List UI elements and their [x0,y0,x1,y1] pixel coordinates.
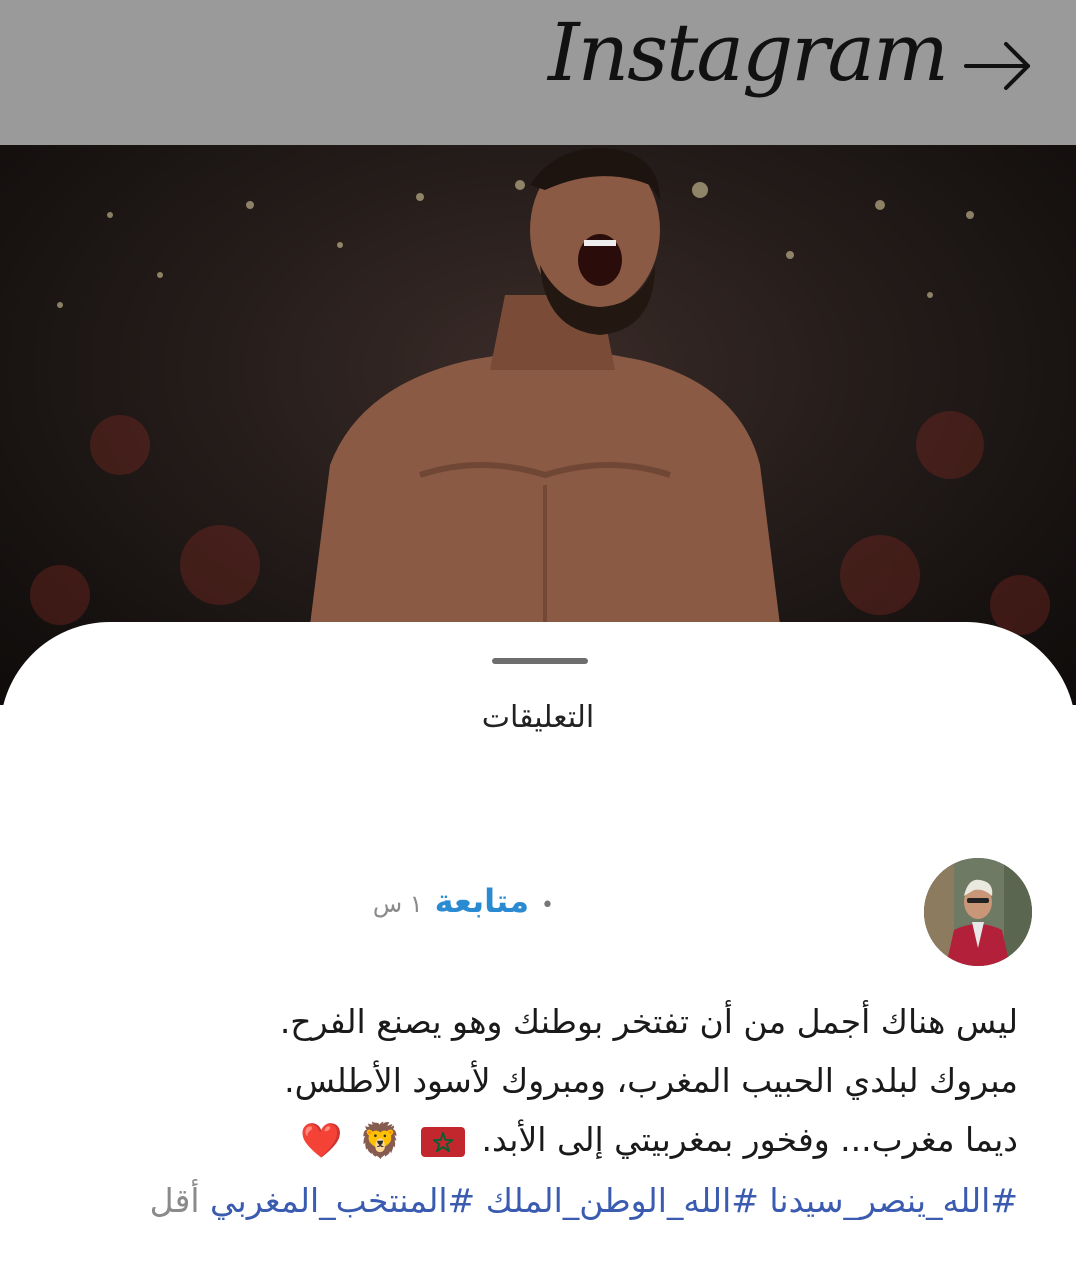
top-header: Instagram [0,0,1076,145]
heart-emoji-icon: ❤️ [300,1121,343,1161]
post-photo[interactable] [0,145,1076,705]
separator-dot: • [541,893,554,918]
comment-meta: • متابعة ١ س [373,882,554,920]
lion-emoji-icon: 🦁 [359,1121,402,1161]
caption-line: مبروك لبلدي الحبيب المغرب، ومبروك لأسود … [284,1061,1018,1100]
user-avatar[interactable] [924,858,1032,966]
drag-handle[interactable] [492,658,588,664]
post-caption: ليس هناك أجمل من أن تفتخر بوطنك وهو يصنع… [58,992,1018,1230]
instagram-logo: Instagram [548,6,949,99]
morocco-flag-icon [420,1126,465,1157]
sheet-title: التعليقات [481,700,595,735]
comments-sheet: التعليقات • متابعة ١ س ليس هناك أجمل من … [0,622,1076,1262]
follow-button[interactable]: متابعة [435,882,529,920]
caption-line: ديما مغرب... وفخور بمغربيتي إلى الأبد. 🦁… [58,1110,1018,1171]
hashtags[interactable]: #الله_ينصر_سيدنا #الله_الوطن_الملك #المن… [210,1181,1018,1220]
timestamp: ١ س [372,890,423,918]
caption-line: ليس هناك أجمل من أن تفتخر بوطنك وهو يصنع… [279,1002,1018,1041]
caption-line-text: ديما مغرب... وفخور بمغربيتي إلى الأبد. [481,1120,1018,1159]
arrow-right-icon[interactable] [958,26,1038,106]
show-less-link[interactable]: أقل [150,1181,200,1220]
hashtag-line: #الله_ينصر_سيدنا #الله_الوطن_الملك #المن… [58,1171,1018,1230]
